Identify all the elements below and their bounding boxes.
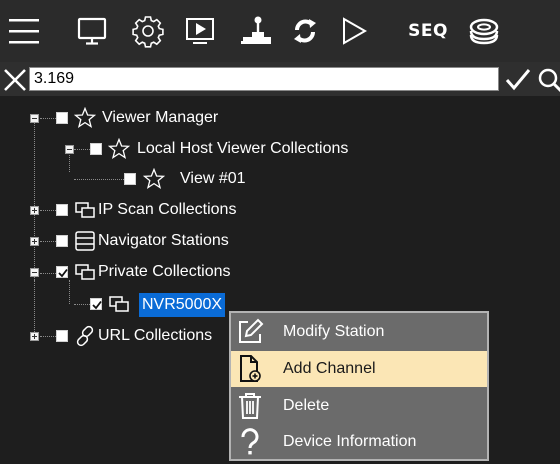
close-icon [4, 69, 26, 91]
tree-item-label: View #01 [180, 170, 246, 187]
trash-icon [239, 393, 261, 419]
search-icon [538, 68, 560, 93]
edit-icon [239, 318, 264, 343]
item-checkbox[interactable] [90, 143, 102, 155]
item-checkbox[interactable] [56, 112, 68, 124]
play-icon [343, 17, 368, 45]
play-screen-icon [186, 18, 214, 44]
tree-item-label: IP Scan Collections [98, 201, 237, 218]
checkmark-icon [92, 300, 102, 310]
star-icon [74, 107, 96, 128]
question-icon [241, 428, 259, 455]
menu-item-label: Modify Station [283, 323, 385, 340]
tree-item-label: Navigator Stations [98, 232, 229, 249]
item-checkbox-checked[interactable] [56, 266, 68, 278]
tree-item-label: URL Collections [98, 327, 213, 344]
refresh-icon [294, 19, 316, 43]
settings-button[interactable] [128, 8, 168, 54]
menu-item-label: Device Information [283, 433, 417, 450]
confirm-search-button[interactable] [505, 67, 531, 93]
tree-item-label: Private Collections [98, 263, 231, 280]
monitor-icon [77, 17, 107, 45]
checkmark-icon [505, 69, 531, 91]
star-icon [108, 138, 130, 159]
windows-icon [109, 296, 129, 312]
expand-toggle[interactable] [30, 206, 39, 215]
expand-toggle[interactable] [30, 332, 39, 341]
gear-icon [132, 16, 164, 48]
menu-item-device-information[interactable]: Device Information [231, 424, 487, 460]
star-icon [143, 168, 165, 189]
context-menu: Modify Station Add Channel Delete Device… [229, 311, 489, 461]
item-checkbox-checked[interactable] [90, 298, 102, 310]
expand-toggle[interactable] [30, 237, 39, 246]
collapse-toggle[interactable] [65, 145, 74, 154]
search-input[interactable] [29, 67, 499, 91]
menu-icon [9, 19, 39, 44]
disc-stack-button[interactable] [464, 8, 504, 54]
collapse-toggle[interactable] [30, 268, 39, 277]
monitor-button[interactable] [72, 8, 112, 54]
toolbar: SEQ [0, 0, 560, 62]
item-checkbox[interactable] [56, 204, 68, 216]
menu-item-label: Delete [283, 397, 330, 414]
add-file-icon [240, 355, 261, 382]
play-screen-button[interactable] [180, 8, 220, 54]
tree-item-label-selected: NVR5000X [139, 293, 226, 317]
link-icon [76, 325, 94, 347]
tree-item-label: Local Host Viewer Collections [137, 140, 349, 157]
item-checkbox[interactable] [56, 330, 68, 342]
search-bar [0, 62, 560, 96]
collapse-toggle[interactable] [30, 114, 39, 123]
menu-item-label: Add Channel [283, 360, 376, 377]
refresh-button[interactable] [285, 8, 325, 54]
play-button[interactable] [334, 8, 374, 54]
menu-item-delete[interactable]: Delete [231, 388, 487, 424]
joystick-button[interactable] [236, 8, 276, 54]
windows-icon [75, 264, 95, 280]
disc-stack-icon [469, 18, 499, 45]
menu-item-add-channel[interactable]: Add Channel [231, 351, 487, 387]
item-checkbox[interactable] [56, 235, 68, 247]
menu-item-modify-station[interactable]: Modify Station [231, 314, 487, 350]
menu-button[interactable] [4, 8, 44, 54]
clear-search-button[interactable] [2, 67, 28, 93]
windows-icon [75, 202, 95, 218]
checkmark-icon [58, 268, 68, 278]
seq-label: SEQ [408, 21, 448, 41]
tree-item-label: Viewer Manager [102, 109, 219, 126]
server-icon [75, 231, 95, 251]
item-checkbox[interactable] [124, 173, 136, 185]
joystick-icon [241, 16, 271, 44]
search-button[interactable] [537, 67, 560, 93]
seq-button[interactable]: SEQ [400, 8, 456, 54]
